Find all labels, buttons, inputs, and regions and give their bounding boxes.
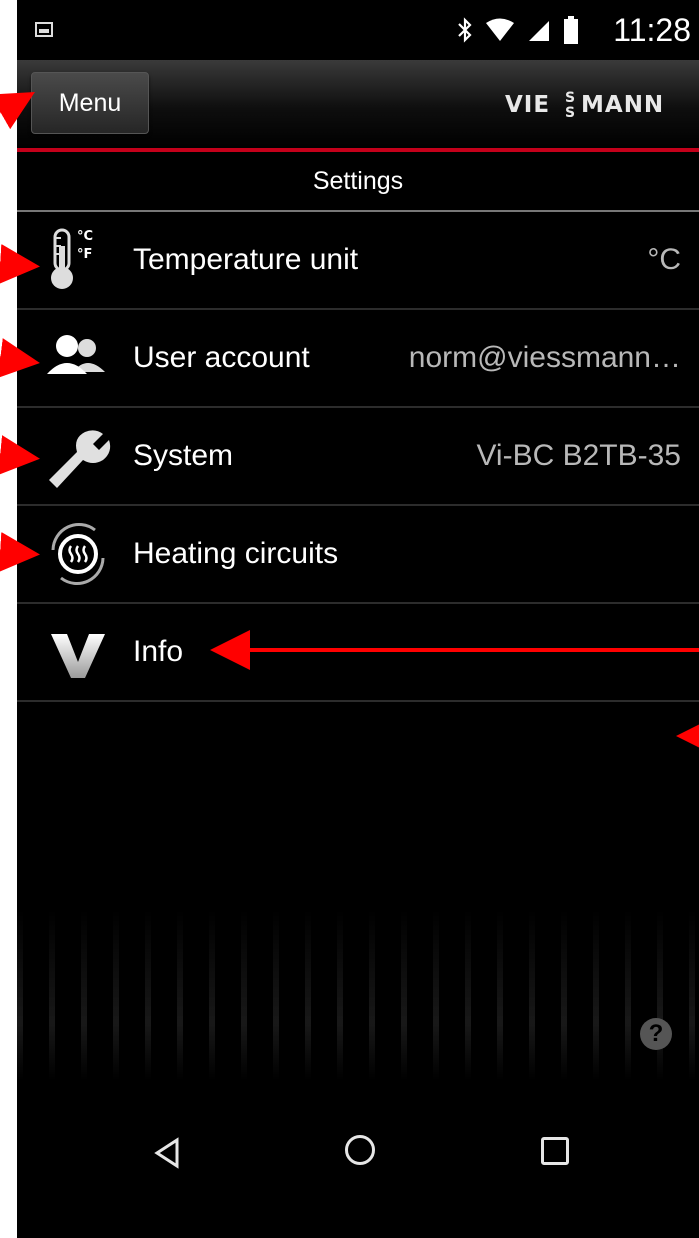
- wrench-icon: [43, 422, 113, 490]
- battery-icon: [564, 16, 578, 44]
- nav-back-icon[interactable]: [153, 1137, 181, 1169]
- nav-recent-icon[interactable]: [541, 1137, 569, 1165]
- settings-list: °C °F Temperature unit °C User account n…: [17, 212, 699, 702]
- svg-text:°C: °C: [77, 229, 93, 244]
- settings-item-label: Temperature unit: [133, 243, 359, 276]
- status-icons: [457, 12, 579, 48]
- svg-text:S: S: [565, 105, 576, 118]
- signal-icon: [529, 21, 549, 41]
- settings-item-info[interactable]: Info: [17, 604, 699, 702]
- page-title: Settings: [17, 152, 699, 212]
- phone-screen: 11:28 Menu VIE S S MANN Settings °C °F T…: [17, 0, 699, 1238]
- help-icon[interactable]: ?: [640, 1018, 672, 1050]
- settings-item-value: norm@viessmann…: [408, 341, 681, 374]
- settings-item-label: User account: [133, 341, 310, 374]
- settings-item-value: °C: [647, 243, 681, 276]
- menu-button[interactable]: Menu: [31, 72, 149, 134]
- svg-text:°F: °F: [77, 247, 92, 262]
- svg-text:VIE: VIE: [505, 92, 550, 118]
- svg-text:S: S: [565, 90, 576, 106]
- settings-item-system[interactable]: System Vi-BC B2TB-35: [17, 408, 699, 506]
- thermometer-icon: °C °F: [43, 226, 113, 294]
- settings-item-label: Info: [133, 635, 184, 668]
- image-notification-icon: [35, 22, 53, 37]
- android-nav-bar: [17, 1085, 699, 1238]
- svg-text:MANN: MANN: [581, 92, 664, 118]
- viessmann-v-icon: [43, 618, 113, 686]
- wifi-icon: [486, 18, 514, 41]
- settings-item-user-account[interactable]: User account norm@viessmann…: [17, 310, 699, 408]
- app-header: Menu VIE S S MANN: [17, 60, 699, 152]
- status-time: 11:28: [613, 12, 691, 48]
- settings-item-label: System: [133, 439, 234, 472]
- nav-home-icon[interactable]: [345, 1135, 375, 1165]
- bluetooth-icon: [458, 17, 472, 43]
- background-floor: [17, 700, 699, 1080]
- settings-item-heating-circuits[interactable]: Heating circuits: [17, 506, 699, 604]
- users-icon: [43, 324, 113, 392]
- heating-circuit-icon: [43, 520, 113, 588]
- settings-item-temperature-unit[interactable]: °C °F Temperature unit °C: [17, 212, 699, 310]
- viessmann-logo: VIE S S MANN: [505, 88, 685, 124]
- settings-item-label: Heating circuits: [133, 537, 339, 570]
- status-bar: 11:28: [17, 0, 699, 60]
- settings-item-value: Vi-BC B2TB-35: [476, 439, 681, 472]
